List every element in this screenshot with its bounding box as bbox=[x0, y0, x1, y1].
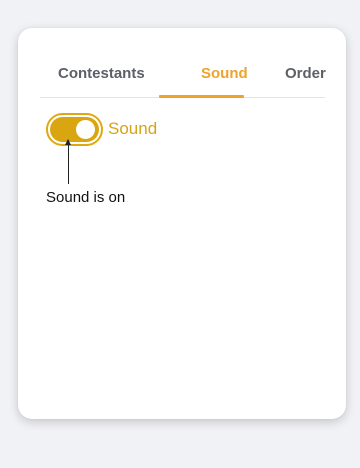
annotation-pointer-line bbox=[68, 140, 69, 184]
active-tab-indicator bbox=[159, 95, 244, 98]
tab-order[interactable]: Order bbox=[285, 65, 326, 83]
sound-toggle-label[interactable]: Sound bbox=[108, 119, 157, 139]
settings-card: Contestants Sound Order Sound bbox=[18, 28, 346, 419]
toggle-track bbox=[50, 117, 99, 142]
tab-bar: Contestants Sound Order bbox=[40, 28, 326, 98]
tab-contestants[interactable]: Contestants bbox=[58, 65, 145, 83]
annotation-text: Sound is on bbox=[46, 189, 126, 206]
toggle-knob bbox=[76, 120, 95, 139]
tab-sound[interactable]: Sound bbox=[201, 65, 248, 83]
sound-toggle[interactable] bbox=[46, 113, 103, 146]
